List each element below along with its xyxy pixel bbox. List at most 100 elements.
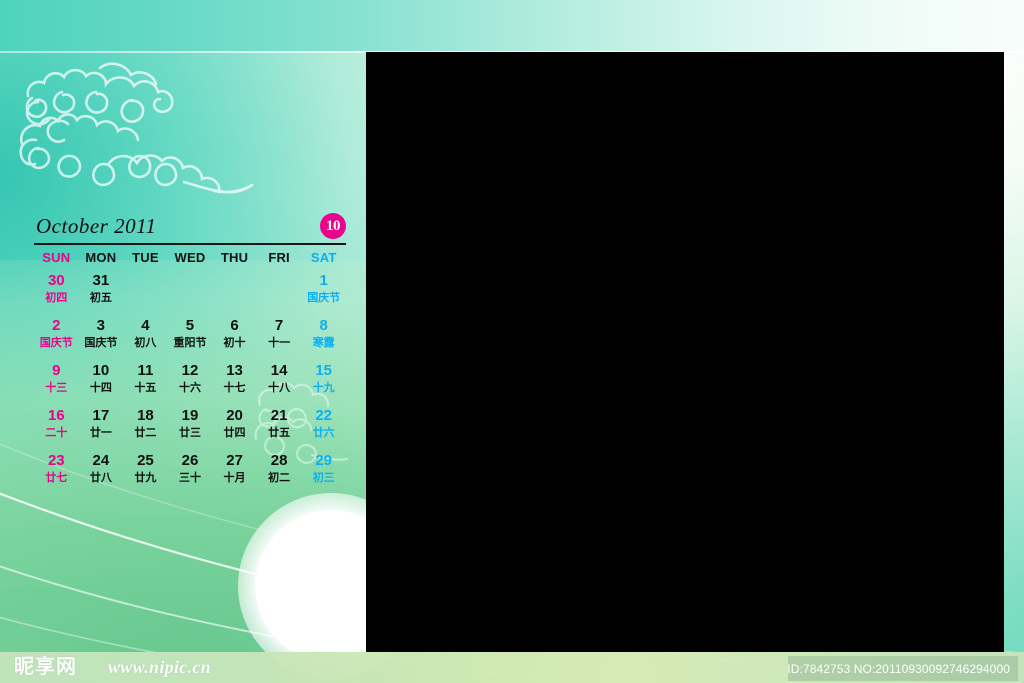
- calendar-day-cell[interactable]: 26 三十: [168, 449, 213, 494]
- day-lunar-label: 国庆节: [39, 336, 73, 349]
- black-content-panel: [366, 52, 1004, 652]
- day-lunar-label: 廿三: [178, 426, 201, 439]
- day-number: 16: [47, 407, 65, 424]
- calendar-day-cell[interactable]: 2 国庆节: [34, 314, 79, 359]
- calendar-day-cell[interactable]: 12 十六: [168, 359, 213, 404]
- nipic-url: www.nipic.cn: [108, 657, 211, 677]
- calendar-week-row: 30 初四 31 初五 1 国庆节: [34, 269, 346, 314]
- day-number: 11: [137, 362, 154, 379]
- day-number: 10: [92, 362, 110, 379]
- calendar-day-cell[interactable]: 20 廿四: [212, 404, 257, 449]
- calendar-day-cell[interactable]: 27 十月: [212, 449, 257, 494]
- calendar-day-cell[interactable]: 3 国庆节: [79, 314, 124, 359]
- day-number: 26: [181, 452, 199, 469]
- day-number: 13: [226, 362, 243, 379]
- calendar-widget: October 2011 10 SUN MON TUE WED THU FRI …: [34, 213, 346, 494]
- calendar-day-cell[interactable]: 23 廿七: [34, 449, 79, 494]
- day-number: 6: [230, 317, 239, 334]
- day-number: 1: [319, 272, 328, 289]
- weekday-sun: SUN: [42, 250, 71, 265]
- day-lunar-label: 初二: [268, 471, 291, 484]
- day-lunar-label: 国庆节: [84, 336, 118, 349]
- weekday-tue: TUE: [132, 250, 159, 265]
- day-number: 9: [52, 362, 61, 379]
- calendar-day-cell[interactable]: 16 二十: [34, 404, 79, 449]
- calendar-day-cell[interactable]: 24 廿八: [79, 449, 124, 494]
- calendar-day-cell[interactable]: 28 初二: [257, 449, 302, 494]
- calendar-day-cell[interactable]: 29 初三: [301, 449, 346, 494]
- top-gradient-band: [0, 0, 1024, 51]
- day-lunar-label: 廿五: [268, 426, 291, 439]
- nipic-logo: 昵享网: [14, 654, 77, 678]
- day-lunar-label: 三十: [178, 471, 201, 484]
- day-lunar-label: 廿八: [89, 471, 112, 484]
- calendar-day-cell[interactable]: 9 十三: [34, 359, 79, 404]
- calendar-day-cell[interactable]: 19 廿三: [168, 404, 213, 449]
- day-number: 30: [47, 272, 65, 289]
- calendar-title-rule: [34, 243, 346, 245]
- calendar-day-cell[interactable]: 1 国庆节: [301, 269, 346, 314]
- watermark-id-text: ID:7842753 NO:20110930092746294000: [787, 662, 1010, 676]
- weekday-thu: THU: [220, 250, 249, 265]
- day-number: 31: [92, 272, 110, 289]
- day-number: 21: [270, 407, 288, 424]
- day-lunar-label: 廿二: [134, 426, 157, 439]
- watermark-bar: 昵享网 www.nipic.cn ID:7842753 NO:201109300…: [0, 652, 1024, 683]
- calendar-day-cell[interactable]: 31 初五: [79, 269, 124, 314]
- calendar-day-cell[interactable]: 13 十七: [212, 359, 257, 404]
- day-number: 17: [92, 407, 110, 424]
- calendar-day-cell[interactable]: 21 廿五: [257, 404, 302, 449]
- day-lunar-label: 十四: [89, 381, 112, 394]
- calendar-day-cell[interactable]: 7 十一: [257, 314, 302, 359]
- day-number: 27: [226, 452, 243, 469]
- day-number: 5: [185, 317, 195, 334]
- day-lunar-label: 十三: [45, 381, 68, 394]
- day-lunar-label: 廿九: [134, 471, 157, 484]
- calendar-day-cell[interactable]: 14 十八: [257, 359, 302, 404]
- calendar-day-cell[interactable]: 22 廿六: [301, 404, 346, 449]
- day-lunar-label: 重阳节: [173, 336, 207, 349]
- calendar-week-row: 23 廿七 24 廿八 25 廿九 26 三十 27 十月 28 初二 29 初三: [34, 449, 346, 494]
- day-number: 28: [270, 452, 288, 469]
- month-number-badge: 10: [320, 213, 346, 239]
- day-number: 8: [319, 317, 328, 334]
- day-lunar-label: 十六: [178, 381, 201, 394]
- weekday-header-row: SUN MON TUE WED THU FRI SAT: [34, 248, 346, 269]
- calendar-day-cell[interactable]: 25 廿九: [123, 449, 168, 494]
- calendar-day-cell[interactable]: 17 廿一: [79, 404, 124, 449]
- day-lunar-label: 廿四: [223, 426, 246, 439]
- day-lunar-label: 初八: [134, 336, 157, 349]
- day-lunar-label: 国庆节: [307, 291, 341, 304]
- day-lunar-label: 初三: [312, 471, 335, 484]
- day-number: 19: [181, 407, 199, 424]
- day-lunar-label: 十九: [312, 381, 335, 394]
- day-lunar-label: 寒露: [312, 336, 335, 349]
- day-number: 2: [52, 317, 61, 334]
- calendar-day-cell[interactable]: 30 初四: [34, 269, 79, 314]
- weekday-wed: WED: [174, 250, 206, 265]
- calendar-day-cell[interactable]: 6 初十: [212, 314, 257, 359]
- day-lunar-label: 初十: [223, 336, 246, 349]
- calendar-week-row: 9 十三 10 十四 11 十五 12 十六 13 十七 14 十八 15 十九: [34, 359, 346, 404]
- calendar-day-cell[interactable]: 10 十四: [79, 359, 124, 404]
- day-lunar-label: 初四: [45, 291, 68, 304]
- calendar-day-cell[interactable]: 4 初八: [123, 314, 168, 359]
- calendar-day-cell[interactable]: 5 重阳节: [168, 314, 213, 359]
- calendar-day-cell[interactable]: 8 寒露: [301, 314, 346, 359]
- day-number: 18: [137, 407, 154, 424]
- calendar-day-cell[interactable]: 15 十九: [301, 359, 346, 404]
- day-number: 22: [315, 407, 333, 424]
- calendar-week-row: 16 二十 17 廿一 18 廿二 19 廿三 20 廿四 21 廿五 22 廿六: [34, 404, 346, 449]
- calendar-day-cell[interactable]: 18 廿二: [123, 404, 168, 449]
- day-number: 7: [274, 317, 284, 334]
- day-number: 15: [315, 362, 333, 379]
- weekday-fri: FRI: [268, 250, 290, 265]
- calendar-week-row: 2 国庆节 3 国庆节 4 初八 5 重阳节 6 初十 7 十一 8 寒露: [34, 314, 346, 359]
- day-number: 25: [137, 452, 154, 469]
- calendar-header: October 2011 10: [34, 213, 346, 242]
- calendar-title: October 2011: [36, 214, 157, 238]
- weekday-mon: MON: [85, 250, 117, 265]
- calendar-day-cell[interactable]: 11 十五: [123, 359, 168, 404]
- day-number: 24: [92, 452, 110, 469]
- day-number: 29: [315, 452, 333, 469]
